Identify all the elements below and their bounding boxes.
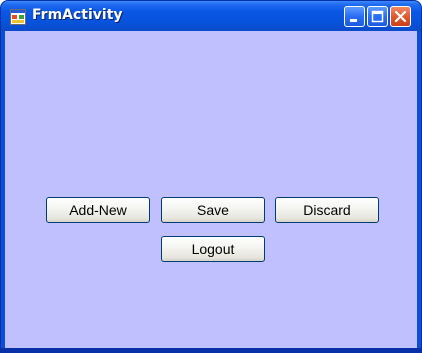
title-bar[interactable]: FrmActivity: [1, 1, 421, 31]
add-new-button[interactable]: Add-New: [46, 197, 150, 223]
window-bottom-border: [1, 348, 421, 352]
close-button[interactable]: [390, 6, 411, 27]
logout-button[interactable]: Logout: [161, 236, 265, 262]
maximize-button[interactable]: [367, 6, 388, 27]
form-icon: [10, 9, 26, 25]
save-button[interactable]: Save: [161, 197, 265, 223]
form-client-area: Add-New Save Discard Logout: [5, 31, 417, 350]
app-window: FrmActivity Add-New Save Discard Logout: [0, 0, 422, 353]
discard-button[interactable]: Discard: [275, 197, 379, 223]
window-title: FrmActivity: [32, 7, 123, 23]
minimize-button[interactable]: [344, 6, 365, 27]
